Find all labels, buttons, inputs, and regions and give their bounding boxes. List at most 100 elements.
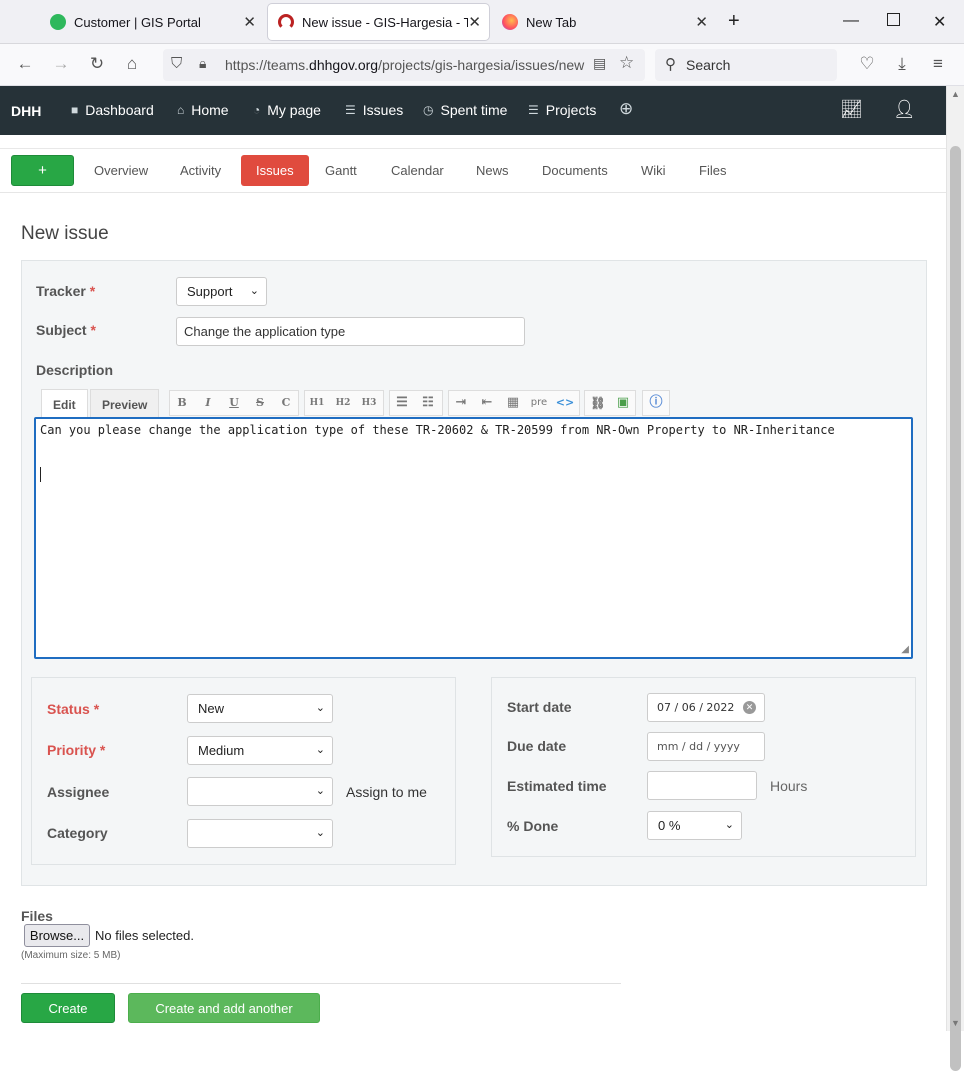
- chart-line-icon[interactable]: 📈︎: [840, 99, 863, 120]
- home-icon: ⌂: [177, 103, 185, 117]
- browser-tab-portal[interactable]: Customer | GIS Portal ✕: [40, 4, 264, 40]
- nav-projects[interactable]: ☰ Projects: [528, 102, 596, 118]
- reload-icon[interactable]: ↻: [86, 54, 108, 74]
- scroll-down-icon[interactable]: ▼: [951, 1018, 960, 1028]
- heading2-icon[interactable]: H2: [332, 393, 354, 413]
- browser-tab-new-issue[interactable]: New issue - GIS-Hargesia - Team ✕: [268, 4, 489, 40]
- ordered-list-icon[interactable]: ☷: [417, 393, 439, 413]
- subject-input[interactable]: Change the application type: [176, 317, 525, 346]
- nav-label: Dashboard: [85, 102, 154, 118]
- pre-block-icon[interactable]: pre: [528, 393, 550, 413]
- nav-home[interactable]: ⌂ Home: [177, 102, 229, 118]
- list-icon: ☰: [528, 103, 539, 117]
- close-icon[interactable]: ✕: [695, 13, 708, 31]
- search-placeholder: Search: [686, 57, 731, 73]
- status-select[interactable]: New ⌄: [187, 694, 333, 723]
- edit-tab[interactable]: Edit: [41, 389, 88, 419]
- nav-dashboard[interactable]: ■ Dashboard: [71, 102, 154, 118]
- start-date-label: Start date: [507, 699, 572, 715]
- window-close-icon[interactable]: ✕: [933, 12, 946, 32]
- tab-documents[interactable]: Documents: [542, 163, 608, 178]
- bold-icon[interactable]: B: [171, 393, 193, 413]
- strikethrough-icon[interactable]: S: [249, 393, 271, 413]
- browser-search-box[interactable]: ⚲ Search: [655, 49, 837, 81]
- underline-icon[interactable]: U: [223, 393, 245, 413]
- resize-grip-icon[interactable]: ◢: [901, 644, 909, 655]
- brand-logo[interactable]: DHH: [11, 103, 41, 119]
- heading1-icon[interactable]: H1: [306, 393, 328, 413]
- gauge-icon: ◔: [253, 103, 261, 117]
- maximize-icon[interactable]: [887, 13, 900, 26]
- browser-tab-title: Customer | GIS Portal: [74, 14, 201, 30]
- assignee-select[interactable]: ⌄: [187, 777, 333, 806]
- browser-toolbar: ← → ↻ ⌂ ⛉ 🔒︎ https://teams.dhhgov.org/pr…: [0, 44, 964, 86]
- priority-select[interactable]: Medium ⌄: [187, 736, 333, 765]
- divider: [21, 983, 621, 984]
- description-textarea[interactable]: Can you please change the application ty…: [34, 417, 913, 659]
- pocket-icon[interactable]: ♡: [856, 54, 878, 74]
- tab-activity[interactable]: Activity: [180, 163, 221, 178]
- nav-label: Spent time: [440, 102, 508, 118]
- add-circle-icon[interactable]: ⊕: [619, 99, 633, 119]
- menu-icon[interactable]: ≡: [927, 54, 949, 74]
- browse-files-button[interactable]: Browse...: [24, 924, 90, 947]
- tab-overview[interactable]: Overview: [94, 163, 148, 178]
- page-scrollbar[interactable]: ▲ ▼: [946, 86, 964, 1071]
- table-icon[interactable]: ▦: [502, 393, 524, 413]
- tab-news[interactable]: News: [476, 163, 509, 178]
- shield-icon[interactable]: ⛉: [171, 55, 182, 72]
- tab-wiki[interactable]: Wiki: [641, 163, 666, 178]
- estimated-time-input[interactable]: [647, 771, 757, 800]
- user-icon[interactable]: 👤︎: [893, 99, 916, 120]
- address-bar[interactable]: ⛉ 🔒︎ https://teams.dhhgov.org/projects/g…: [163, 49, 645, 81]
- done-ratio-select[interactable]: 0 % ⌄: [647, 811, 742, 840]
- close-icon[interactable]: ✕: [468, 13, 481, 31]
- italic-icon[interactable]: I: [197, 393, 219, 413]
- portal-favicon-icon: [50, 14, 66, 30]
- home-icon[interactable]: ⌂: [121, 54, 143, 74]
- scrollbar-thumb[interactable]: [950, 146, 961, 1071]
- bookmark-star-icon[interactable]: ☆: [619, 53, 634, 73]
- project-menu: + Overview Activity Issues Gantt Calenda…: [0, 148, 946, 193]
- close-icon[interactable]: ✕: [243, 13, 256, 31]
- unordered-list-icon[interactable]: ☰: [391, 393, 413, 413]
- tab-gantt[interactable]: Gantt: [325, 163, 357, 178]
- inline-code-icon[interactable]: C: [275, 393, 297, 413]
- subject-label: Subject *: [36, 322, 96, 338]
- nav-spent-time[interactable]: ◷ Spent time: [423, 102, 507, 118]
- downloads-icon[interactable]: ⤓: [891, 54, 913, 74]
- browser-tab-new-tab[interactable]: New Tab ✕: [492, 4, 716, 40]
- image-icon[interactable]: ▣: [612, 393, 634, 413]
- back-icon[interactable]: ←: [14, 54, 36, 74]
- create-and-add-another-button[interactable]: Create and add another: [128, 993, 320, 1023]
- new-tab-icon[interactable]: +: [728, 10, 740, 33]
- due-date-input[interactable]: mm / dd / yyyy: [647, 732, 765, 761]
- heading3-icon[interactable]: H3: [358, 393, 380, 413]
- minimize-icon[interactable]: —: [843, 12, 859, 30]
- indent-icon[interactable]: ⇥: [450, 393, 472, 413]
- help-icon[interactable]: ⓘ: [645, 393, 667, 413]
- scroll-up-icon[interactable]: ▲: [951, 89, 960, 99]
- tab-calendar[interactable]: Calendar: [391, 163, 444, 178]
- outdent-icon[interactable]: ⇤: [476, 393, 498, 413]
- preview-tab[interactable]: Preview: [90, 389, 160, 419]
- lock-icon[interactable]: 🔒︎: [199, 55, 206, 72]
- square-icon: ■: [71, 103, 79, 117]
- reader-view-icon[interactable]: ▤: [593, 55, 606, 72]
- category-select[interactable]: ⌄: [187, 819, 333, 848]
- tab-issues[interactable]: Issues: [241, 155, 309, 186]
- nav-my-page[interactable]: ◔ My page: [253, 102, 321, 118]
- tab-files[interactable]: Files: [699, 163, 726, 178]
- link-icon[interactable]: ⛓: [587, 393, 609, 413]
- clear-date-icon[interactable]: ✕: [743, 701, 756, 714]
- tracker-select[interactable]: Support ⌄: [176, 277, 267, 306]
- forward-icon[interactable]: →: [50, 54, 72, 74]
- browser-tab-bar: Customer | GIS Portal ✕ New issue - GIS-…: [0, 0, 964, 44]
- new-object-button[interactable]: +: [11, 155, 74, 186]
- chevron-down-icon: ⌄: [315, 702, 325, 714]
- assign-to-me-link[interactable]: Assign to me: [346, 784, 427, 800]
- nav-issues[interactable]: ☰ Issues: [345, 102, 403, 118]
- page-title: New issue: [21, 223, 109, 244]
- create-button[interactable]: Create: [21, 993, 115, 1023]
- code-block-icon[interactable]: <>: [554, 393, 576, 413]
